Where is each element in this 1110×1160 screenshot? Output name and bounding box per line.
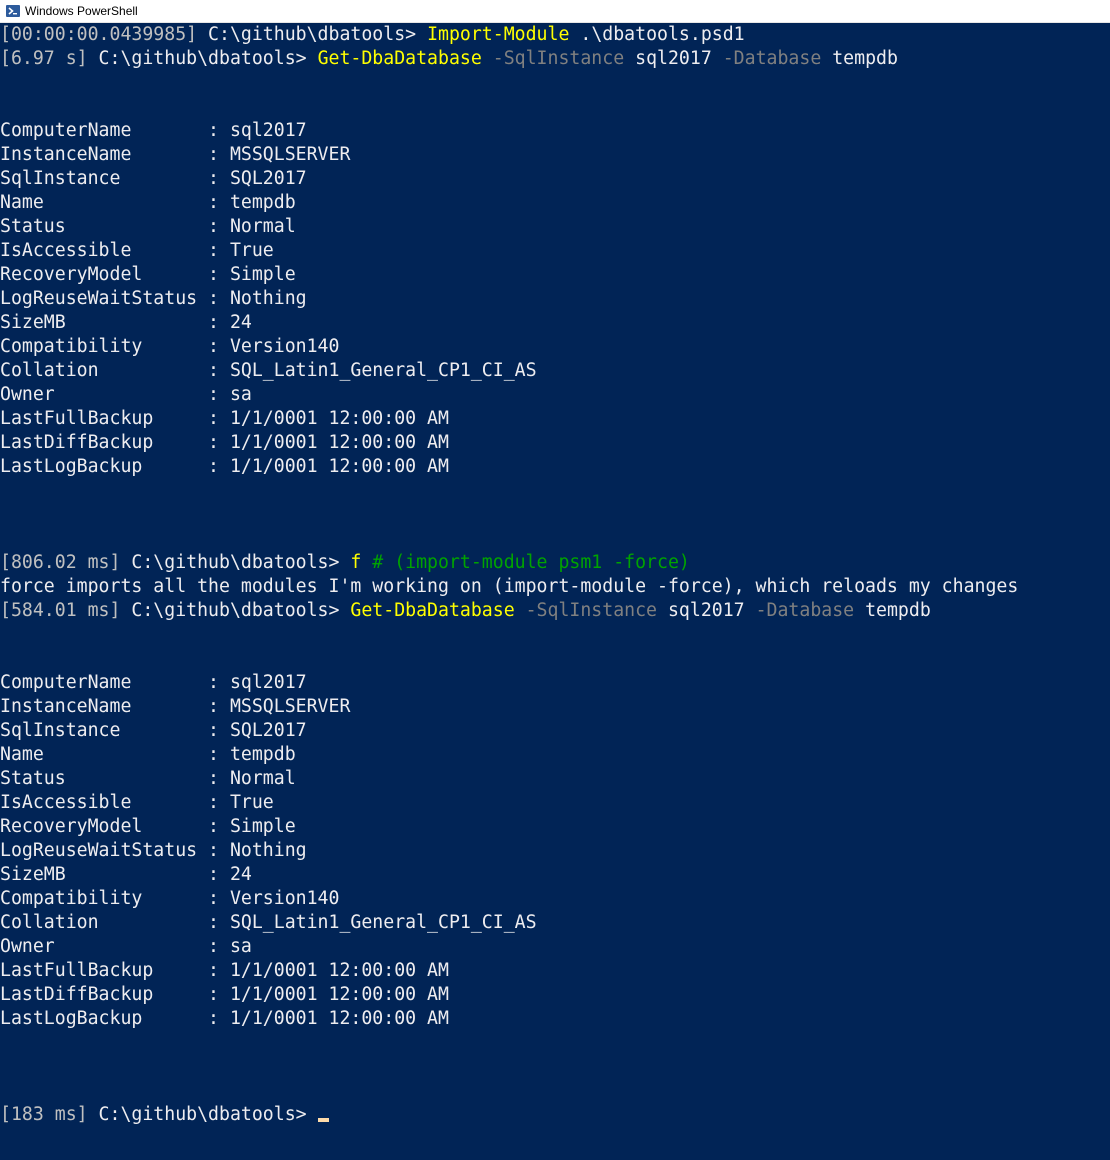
- output-property-line: InstanceName : MSSQLSERVER: [0, 144, 351, 165]
- output-property-line: LogReuseWaitStatus : Nothing: [0, 288, 307, 309]
- prompt-path: C:\github\dbatools>: [197, 24, 428, 45]
- output-property-line: Status : Normal: [0, 216, 296, 237]
- output-property-line: RecoveryModel : Simple: [0, 816, 296, 837]
- prompt-timing: [584.01 ms]: [0, 600, 121, 621]
- command-parameter: -Database: [744, 600, 855, 621]
- output-property-line: Name : tempdb: [0, 744, 296, 765]
- output-property-line: Owner : sa: [0, 384, 252, 405]
- output-property-line: Compatibility : Version140: [0, 336, 340, 357]
- powershell-icon: [6, 5, 20, 17]
- command-parameter: -SqlInstance: [481, 48, 625, 69]
- prompt-timing: [00:00:00.0439985]: [0, 24, 198, 45]
- output-property-line: Name : tempdb: [0, 192, 296, 213]
- output-property-line: Collation : SQL_Latin1_General_CP1_CI_AS: [0, 360, 537, 381]
- output-property-line: LastLogBackup : 1/1/0001 12:00:00 AM: [0, 1008, 449, 1029]
- output-property-line: LastDiffBackup : 1/1/0001 12:00:00 AM: [0, 432, 449, 453]
- command-name: f: [350, 552, 362, 573]
- output-property-line: SqlInstance : SQL2017: [0, 168, 307, 189]
- title-bar[interactable]: Windows PowerShell: [0, 0, 1110, 23]
- command-parameter: -Database: [711, 48, 822, 69]
- command-name: Get-DbaDatabase: [317, 48, 482, 69]
- output-property-line: LastDiffBackup : 1/1/0001 12:00:00 AM: [0, 984, 449, 1005]
- output-property-line: ComputerName : sql2017: [0, 120, 307, 141]
- command-comment: # (import-module psm1 -force): [361, 552, 690, 573]
- prompt-timing: [6.97 s]: [0, 48, 88, 69]
- command-argument: tempdb: [854, 600, 931, 621]
- window-title: Windows PowerShell: [25, 3, 138, 18]
- output-property-line: Owner : sa: [0, 936, 252, 957]
- output-property-line: InstanceName : MSSQLSERVER: [0, 696, 351, 717]
- output-property-line: Compatibility : Version140: [0, 888, 340, 909]
- text-cursor[interactable]: [317, 1118, 329, 1122]
- command-name: Import-Module: [427, 24, 570, 45]
- command-argument: tempdb: [821, 48, 898, 69]
- prompt-line: [584.01 ms] C:\github\dbatools> Get-DbaD…: [0, 599, 1110, 623]
- output-property-line: LogReuseWaitStatus : Nothing: [0, 840, 307, 861]
- console-output[interactable]: [00:00:00.0439985] C:\github\dbatools> I…: [0, 23, 1110, 1160]
- output-property-line: RecoveryModel : Simple: [0, 264, 296, 285]
- command-name: Get-DbaDatabase: [350, 600, 515, 621]
- prompt-path: C:\github\dbatools>: [87, 48, 318, 69]
- output-property-line: LastFullBackup : 1/1/0001 12:00:00 AM: [0, 960, 449, 981]
- command-argument: sql2017: [624, 48, 712, 69]
- prompt-timing: [183 ms]: [0, 1104, 88, 1125]
- output-property-line: ComputerName : sql2017: [0, 672, 307, 693]
- command-parameter: -SqlInstance: [514, 600, 658, 621]
- output-property-line: LastFullBackup : 1/1/0001 12:00:00 AM: [0, 408, 449, 429]
- powershell-window: Windows PowerShell [00:00:00.0439985] C:…: [0, 0, 1110, 1160]
- output-property-line: SizeMB : 24: [0, 864, 252, 885]
- output-property-line: IsAccessible : True: [0, 240, 274, 261]
- output-text-line: force imports all the modules I'm workin…: [0, 576, 1019, 597]
- command-argument: sql2017: [657, 600, 745, 621]
- prompt-path: C:\github\dbatools>: [120, 552, 351, 573]
- prompt-timing: [806.02 ms]: [0, 552, 121, 573]
- prompt-line: [00:00:00.0439985] C:\github\dbatools> I…: [0, 23, 1110, 47]
- active-prompt-line[interactable]: [183 ms] C:\github\dbatools>: [0, 1103, 1110, 1127]
- output-property-line: SizeMB : 24: [0, 312, 252, 333]
- output-property-line: SqlInstance : SQL2017: [0, 720, 307, 741]
- prompt-line: [806.02 ms] C:\github\dbatools> f # (imp…: [0, 551, 1110, 575]
- prompt-path: C:\github\dbatools>: [120, 600, 351, 621]
- output-property-line: LastLogBackup : 1/1/0001 12:00:00 AM: [0, 456, 449, 477]
- prompt-line: [6.97 s] C:\github\dbatools> Get-DbaData…: [0, 47, 1110, 71]
- output-property-line: IsAccessible : True: [0, 792, 274, 813]
- command-argument: .\dbatools.psd1: [569, 24, 745, 45]
- output-property-line: Status : Normal: [0, 768, 296, 789]
- prompt-path: C:\github\dbatools>: [87, 1104, 318, 1125]
- output-property-line: Collation : SQL_Latin1_General_CP1_CI_AS: [0, 912, 537, 933]
